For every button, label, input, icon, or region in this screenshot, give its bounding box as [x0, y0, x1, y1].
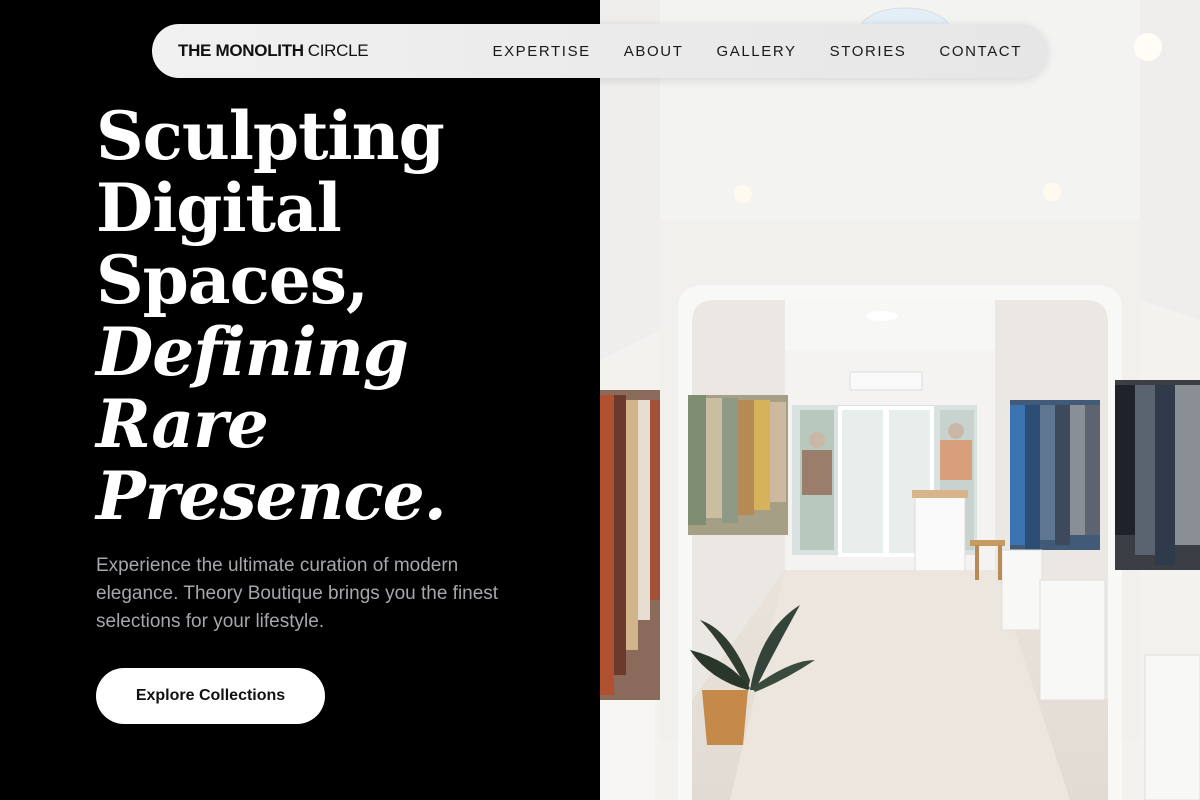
nav-links: EXPERTISE ABOUT GALLERY STORIES CONTACT: [492, 43, 1022, 60]
explore-collections-button[interactable]: Explore Collections: [96, 668, 325, 724]
headline-line: Digital: [96, 169, 342, 247]
store-illustration: [600, 0, 1200, 800]
hero-headline: Sculpting Digital Spaces, Defining Rare …: [96, 100, 576, 532]
headline-line: Sculpting: [96, 97, 445, 175]
top-navigation-bar: THE MONOLITH CIRCLE EXPERTISE ABOUT GALLE…: [152, 24, 1047, 78]
logo-thin-text: CIRCLE: [307, 41, 369, 60]
hero-description: Experience the ultimate curation of mode…: [96, 555, 499, 632]
nav-link-contact[interactable]: CONTACT: [939, 43, 1022, 60]
brand-logo[interactable]: THE MONOLITH CIRCLE: [178, 41, 369, 61]
headline-line-italic: Rare: [96, 385, 269, 463]
headline-line: Spaces,: [96, 241, 369, 319]
nav-link-about[interactable]: ABOUT: [624, 43, 684, 60]
nav-link-gallery[interactable]: GALLERY: [716, 43, 796, 60]
headline-line-italic: Presence.: [96, 457, 447, 535]
headline-line-italic: Defining: [96, 313, 409, 391]
nav-link-expertise[interactable]: EXPERTISE: [492, 43, 590, 60]
boutique-interior-photo: [600, 0, 1200, 800]
nav-link-stories[interactable]: STORIES: [830, 43, 907, 60]
logo-bold-text: THE MONOLITH: [178, 41, 304, 60]
